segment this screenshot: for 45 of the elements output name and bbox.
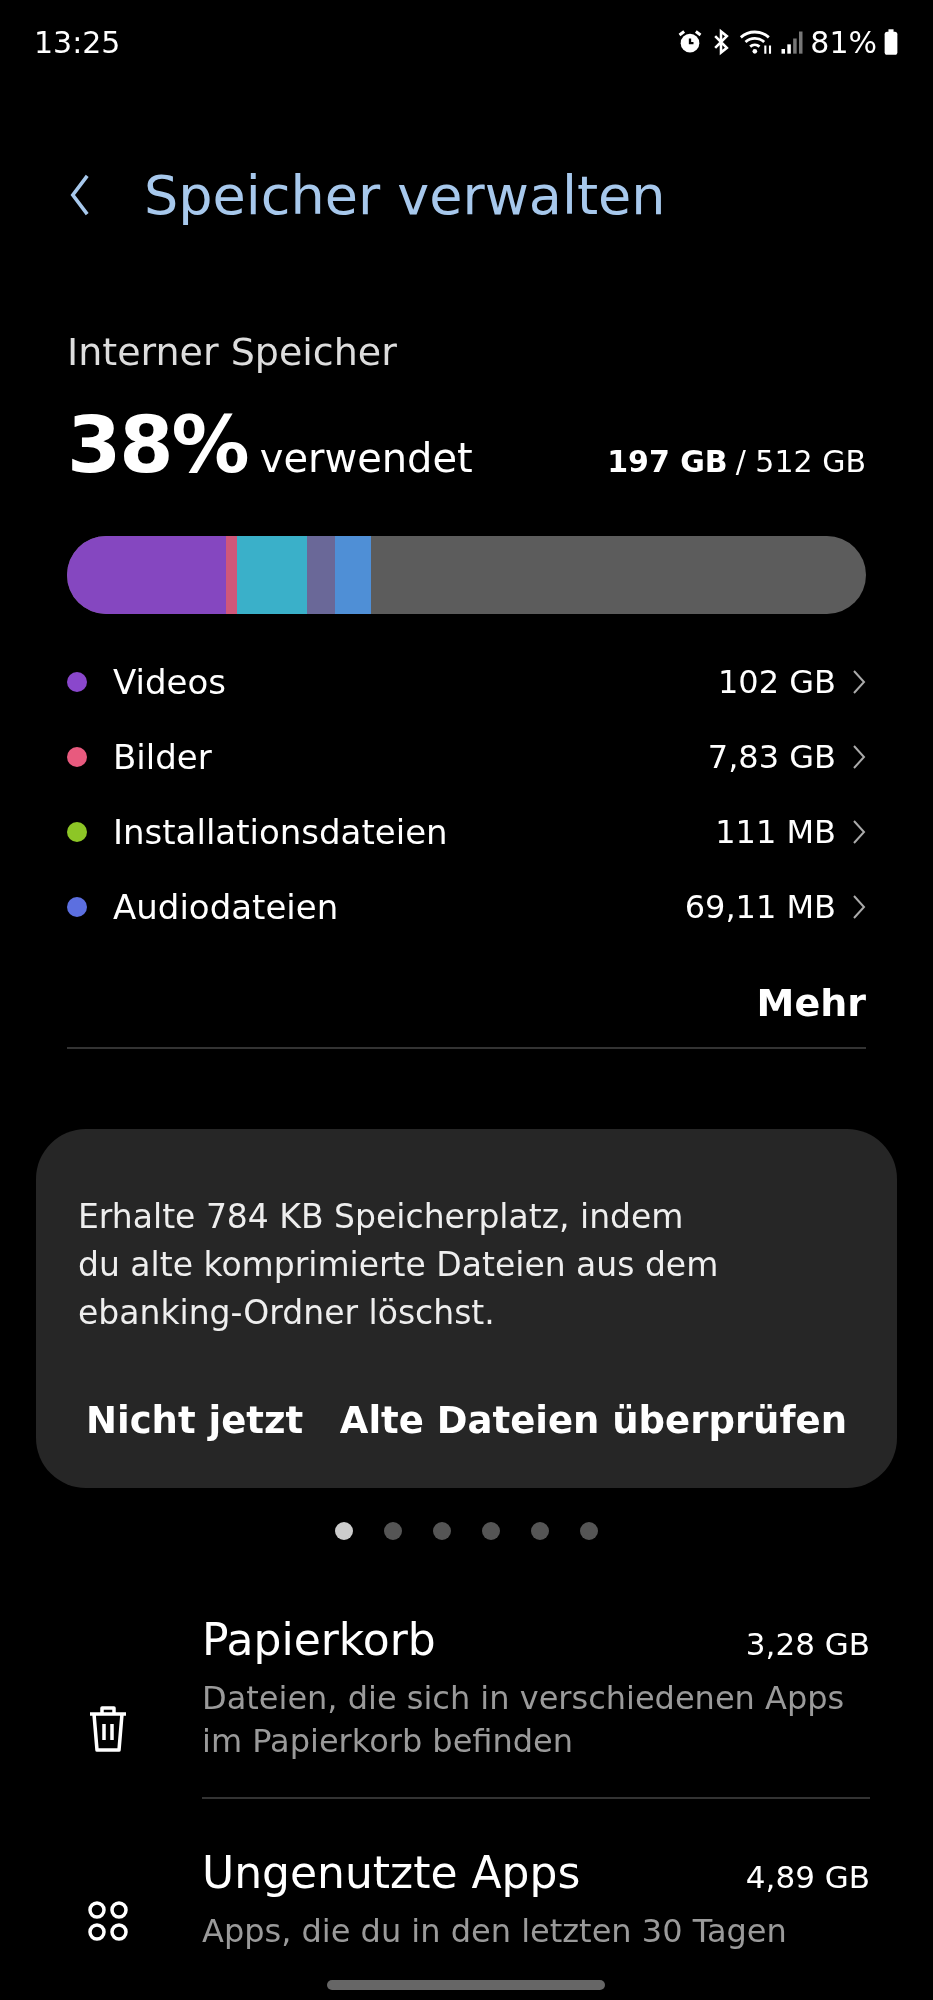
chevron-icon — [852, 893, 866, 920]
item-size: 4,89 GB — [745, 1859, 870, 1895]
category-size: 111 MB — [715, 812, 836, 851]
more-button[interactable]: Mehr — [756, 981, 866, 1025]
page-dot[interactable] — [531, 1522, 549, 1540]
suggestion-text: Erhalte 784 KB Speicherplatz, indem du alte komprimierte Dateien aus dem ebanking-Ordner löschst. — [78, 1196, 720, 1334]
usage-percent: 38% — [67, 400, 248, 490]
category-name: Audiodateien — [113, 886, 339, 927]
category-size: 7,83 GB — [707, 737, 836, 776]
category-row[interactable]: Videos 102 GB — [67, 644, 866, 719]
used-amount: 197 GB — [607, 444, 728, 479]
chevron-icon — [852, 668, 866, 695]
category-row[interactable]: Bilder 7,83 GB — [67, 719, 866, 794]
category-name: Videos — [113, 661, 226, 702]
category-name: Installationsdateien — [113, 811, 448, 852]
item-description: Dateien, die sich in verschiedenen Apps im Papierkorb befinden — [202, 1678, 846, 1762]
chevron-icon — [852, 818, 866, 845]
usage-label: verwendet — [259, 435, 473, 481]
page-dot[interactable] — [482, 1522, 500, 1540]
item-title: Ungenutzte Apps — [202, 1847, 581, 1898]
trash-icon — [87, 1703, 129, 1754]
category-size: 69,11 MB — [684, 887, 836, 926]
category-row[interactable]: Installationsdateien 111 MB — [67, 794, 866, 869]
page-title: Speicher verwalten — [144, 163, 666, 227]
category-size: 102 GB — [718, 662, 836, 701]
category-row[interactable]: Audiodateien 69,11 MB — [67, 869, 866, 944]
total-amount: / 512 GB — [735, 444, 866, 479]
page-dot[interactable] — [384, 1522, 402, 1540]
battery-percent: 81% — [810, 24, 877, 60]
page-dot[interactable] — [335, 1522, 353, 1540]
list-item[interactable]: Papierkorb 3,28 GB Dateien, die sich in verschiedenen Apps im Papierkorb befinden — [0, 1602, 933, 1835]
battery-icon — [883, 28, 899, 56]
item-size: 3,28 GB — [745, 1626, 870, 1662]
card-button[interactable]: Nicht jetzt — [86, 1399, 304, 1442]
section-label: Interner Speicher — [67, 330, 398, 374]
page-dot[interactable] — [433, 1522, 451, 1540]
card-button[interactable]: Alte Dateien überprüfen — [339, 1399, 847, 1442]
category-name: Bilder — [113, 736, 212, 777]
item-description: Apps, die du in den letzten 30 Tagen — [202, 1911, 788, 1952]
clock: 13:25 — [34, 24, 121, 60]
chevron-icon — [852, 743, 866, 770]
list-item[interactable]: Ungenutzte Apps 4,89 GB Apps, die du in den letzten 30 Tagen — [0, 1835, 933, 1987]
item-title: Papierkorb — [202, 1614, 436, 1665]
page-dot[interactable] — [580, 1522, 598, 1540]
apps-icon — [87, 1900, 129, 1942]
